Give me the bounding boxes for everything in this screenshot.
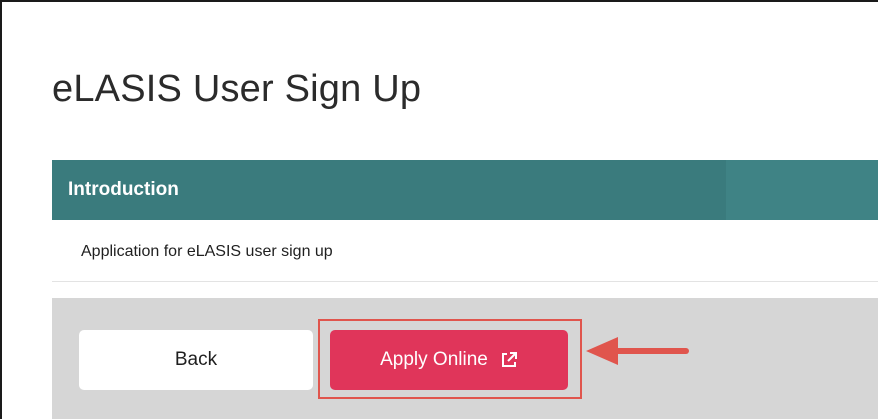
page-title: eLASIS User Sign Up [52, 68, 422, 110]
action-bar: Back Apply Online [52, 298, 878, 419]
page-frame: eLASIS User Sign Up Introduction Applica… [0, 0, 878, 419]
annotation-arrow-icon [586, 337, 689, 365]
introduction-header: Introduction [52, 160, 878, 220]
external-link-icon [500, 351, 518, 369]
back-button[interactable]: Back [79, 330, 313, 390]
back-button-label: Back [174, 349, 218, 370]
introduction-body: Application for eLASIS user sign up [52, 220, 878, 282]
introduction-text: Application for eLASIS user sign up [81, 243, 333, 260]
apply-button-label: Apply Online [380, 349, 488, 370]
apply-online-button[interactable]: Apply Online [330, 330, 568, 390]
introduction-heading: Introduction [68, 179, 179, 200]
header-accent [726, 160, 878, 220]
